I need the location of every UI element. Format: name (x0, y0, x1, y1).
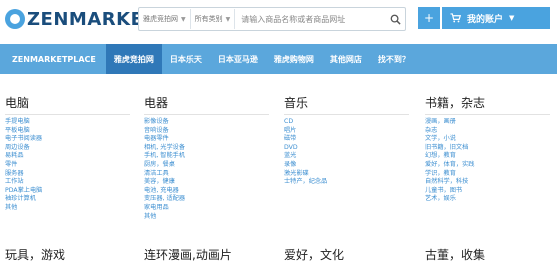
nav-item-label: 雅虎购物网 (273, 54, 314, 64)
category-link[interactable]: 电器零件 (144, 135, 269, 144)
my-account-label: 我的账户 (467, 14, 504, 25)
divider (284, 114, 409, 115)
nav-item-label: 日本乐天 (169, 54, 202, 64)
category-title-antiques-collectibles[interactable]: 古董，收集 (425, 248, 485, 262)
category-link[interactable]: 其他 (144, 213, 269, 222)
logo-icon (5, 9, 25, 29)
category-title: 电脑 (5, 96, 30, 110)
category-link[interactable]: 爱好，体育，实践 (425, 161, 550, 170)
category-select[interactable]: 所有类别 ▼ (191, 9, 236, 29)
nav-item-cannot-find[interactable]: 找不到？ (370, 44, 418, 74)
category-link[interactable]: 变压器, 适配器 (144, 195, 269, 204)
add-item-button[interactable]: + (418, 7, 440, 29)
category-select-label: 所有类别 (194, 15, 223, 23)
chevron-down-icon: ▼ (509, 14, 515, 22)
plus-icon: + (423, 11, 435, 25)
search-icon (390, 14, 401, 25)
search-input[interactable] (235, 9, 385, 29)
category-link[interactable]: 杂志 (425, 127, 550, 136)
category-link[interactable]: 文学，小说 (425, 135, 550, 144)
zenmarket-logo[interactable]: ZENMARKET (5, 8, 156, 30)
category-title-hobby-culture[interactable]: 爱好，文化 (284, 248, 344, 262)
category-column-music: 音乐 CD 唱片 磁带 DVD 蓝光 录像 激光影碟 士特产，纪念品 (284, 96, 409, 187)
category-link[interactable]: 激光影碟 (284, 170, 409, 179)
category-link[interactable]: 平板电脑 (5, 127, 130, 136)
category-link[interactable]: 手提电脑 (5, 118, 130, 127)
nav-item-zenmarketplace[interactable]: ZENMARKETPLACE (0, 44, 106, 74)
nav-item-rakuten[interactable]: 日本乐天 (162, 44, 210, 74)
search-button[interactable] (385, 9, 405, 29)
nav-item-label: 找不到？ (377, 54, 410, 64)
category-link[interactable]: 音响设备 (144, 127, 269, 136)
category-link[interactable]: 手机, 智能手机 (144, 152, 269, 161)
site-header: ZENMARKET 雅虎竞拍网 ▼ 所有类别 ▼ + 我的账户 ▼ (0, 0, 557, 40)
category-title: 电器 (144, 96, 169, 110)
category-link[interactable]: 其他 (5, 204, 130, 213)
category-link[interactable]: 影像设备 (144, 118, 269, 127)
logo-text: ZENMARKET (27, 8, 157, 30)
category-link[interactable]: 学识，教育 (425, 170, 550, 179)
category-title-toys-games[interactable]: 玩具，游戏 (5, 248, 65, 262)
category-title-comics-anime[interactable]: 连环漫画,动画片 (144, 248, 232, 262)
divider (5, 114, 130, 115)
category-link[interactable]: 易耗品 (5, 152, 130, 161)
category-link[interactable]: 电子书阅读器 (5, 135, 130, 144)
category-link[interactable]: 美容，健康 (144, 178, 269, 187)
category-title: 音乐 (284, 96, 309, 110)
category-link-list: CD 唱片 磁带 DVD 蓝光 录像 激光影碟 士特产，纪念品 (284, 118, 409, 187)
category-link[interactable]: 零件 (5, 161, 130, 170)
category-link[interactable]: CD (284, 118, 409, 127)
nav-item-amazon[interactable]: 日本亚马逊 (210, 44, 266, 74)
category-column-electronics: 电器 影像设备 音响设备 电器零件 相机, 光学设备 手机, 智能手机 厨房，餐… (144, 96, 269, 221)
category-link[interactable]: 磁带 (284, 135, 409, 144)
nav-item-label: 其他网店 (329, 54, 362, 64)
search-bar: 雅虎竞拍网 ▼ 所有类别 ▼ (138, 7, 406, 31)
site-select-label: 雅虎竞拍网 (143, 15, 178, 23)
site-select[interactable]: 雅虎竞拍网 ▼ (139, 9, 191, 29)
divider (144, 114, 269, 115)
nav-item-other-shops[interactable]: 其他网店 (322, 44, 370, 74)
cart-icon (450, 13, 461, 23)
divider (425, 114, 550, 115)
chevron-down-icon: ▼ (181, 15, 186, 23)
category-link-list: 影像设备 音响设备 电器零件 相机, 光学设备 手机, 智能手机 厨房，餐桌 清… (144, 118, 269, 221)
category-link[interactable]: 唱片 (284, 127, 409, 136)
chevron-down-icon: ▼ (225, 15, 231, 23)
category-link[interactable]: 录像 (284, 161, 409, 170)
main-nav: ZENMARKETPLACE 雅虎竞拍网 日本乐天 日本亚马逊 雅虎购物网 其他… (0, 44, 557, 74)
category-link-list: 手提电脑 平板电脑 电子书阅读器 周边设备 易耗品 零件 服务器 工作站 PDA… (5, 118, 130, 213)
nav-item-label: 雅虎竞拍网 (113, 54, 154, 64)
category-link[interactable]: 自然科学，科技 (425, 178, 550, 187)
category-link[interactable]: 漫画，画册 (425, 118, 550, 127)
nav-item-label: ZENMARKETPLACE (12, 54, 96, 64)
category-link[interactable]: 袖珍计算机 (5, 195, 130, 204)
category-link[interactable]: DVD (284, 144, 409, 153)
category-link[interactable]: 服务器 (5, 170, 130, 179)
category-link[interactable]: 厨房，餐桌 (144, 161, 269, 170)
category-link[interactable]: 士特产，纪念品 (284, 178, 409, 187)
nav-item-yahoo-shopping[interactable]: 雅虎购物网 (266, 44, 322, 74)
category-link[interactable]: 工作站 (5, 178, 130, 187)
category-column-books: 书籍，杂志 漫画，画册 杂志 文学，小说 旧书籍，旧文档 幻想，教育 爱好，体育… (425, 96, 550, 204)
my-account-button[interactable]: 我的账户 ▼ (442, 7, 550, 29)
nav-item-label: 日本亚马逊 (217, 54, 258, 64)
category-title: 书籍，杂志 (425, 96, 486, 110)
category-link[interactable]: 家电用品 (144, 204, 269, 213)
category-column-computers: 电脑 手提电脑 平板电脑 电子书阅读器 周边设备 易耗品 零件 服务器 工作站 … (5, 96, 130, 213)
category-link-list: 漫画，画册 杂志 文学，小说 旧书籍，旧文档 幻想，教育 爱好，体育，实践 学识… (425, 118, 550, 204)
category-link[interactable]: 艺术，娱乐 (425, 195, 550, 204)
category-link[interactable]: 蓝光 (284, 152, 409, 161)
nav-item-yahoo-auctions[interactable]: 雅虎竞拍网 (105, 44, 162, 74)
category-link[interactable]: 清洁工具 (144, 170, 269, 179)
category-link[interactable]: 幻想，教育 (425, 152, 550, 161)
